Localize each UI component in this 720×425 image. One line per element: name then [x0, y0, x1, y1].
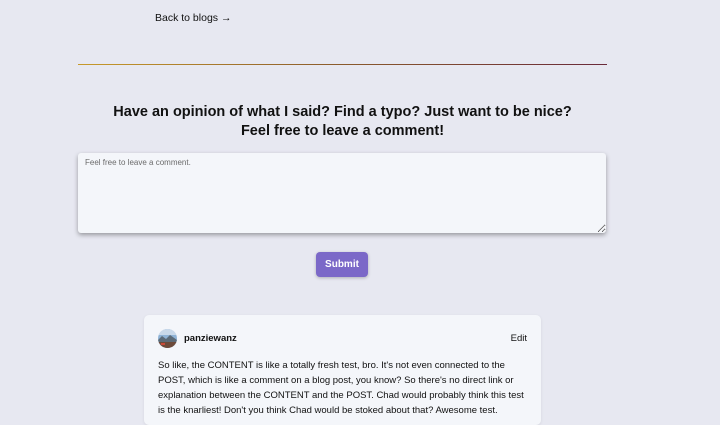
avatar	[158, 329, 177, 348]
comment-prompt-line-2: Feel free to leave a comment!	[240, 123, 445, 139]
comment-card: panziewanz Edit So like, the CONTENT is …	[144, 315, 541, 425]
back-to-blogs-link[interactable]: Back to blogs →	[155, 12, 232, 24]
back-to-blogs-label: Back to blogs	[155, 12, 219, 24]
arrow-right-icon: →	[221, 12, 232, 24]
submit-button[interactable]: Submit	[316, 252, 368, 277]
comment-username: panziewanz	[184, 333, 237, 344]
comment-textarea[interactable]	[78, 153, 606, 233]
edit-comment-button[interactable]: Edit	[511, 333, 527, 344]
comment-header: panziewanz Edit	[158, 329, 527, 348]
comment-body: So like, the CONTENT is like a totally f…	[158, 360, 524, 416]
section-divider	[78, 64, 607, 65]
comment-prompt-heading: Have an opinion of what I said? Find a t…	[78, 103, 607, 141]
comment-author: panziewanz	[158, 329, 237, 348]
comment-prompt-line-1: Have an opinion of what I said? Find a t…	[113, 104, 572, 120]
